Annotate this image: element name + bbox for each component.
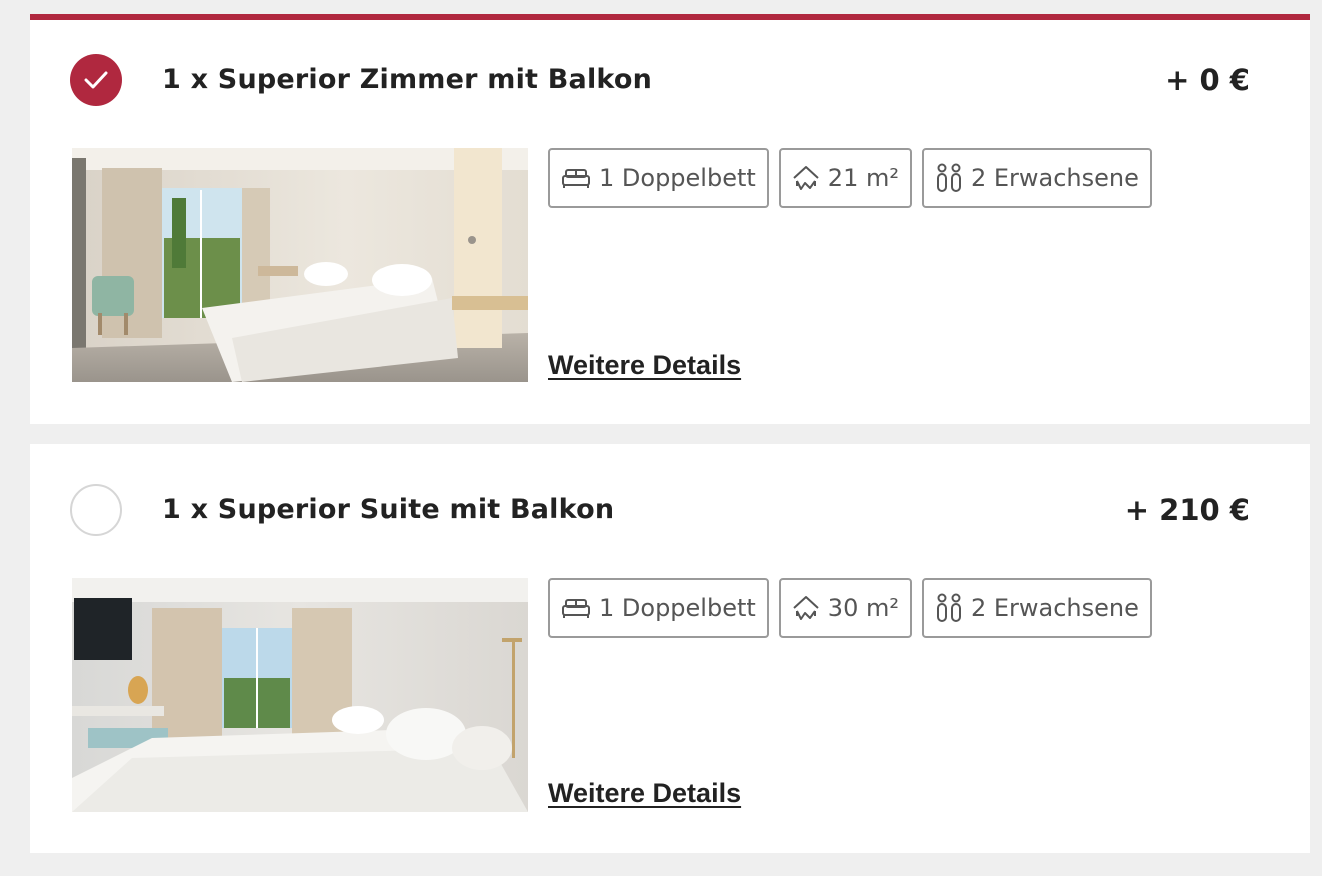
room-select-radio-checked[interactable] [70, 54, 122, 106]
room-photo[interactable] [72, 578, 528, 812]
room-title: 1 x Superior Suite mit Balkon [162, 494, 615, 525]
details-link[interactable]: Weitere Details [548, 350, 741, 381]
feature-bed: 1 Doppelbett [548, 578, 769, 638]
feature-guests-label: 2 Erwachsene [970, 594, 1139, 622]
guests-icon [935, 163, 963, 193]
room-title: 1 x Superior Zimmer mit Balkon [162, 64, 653, 95]
feature-guests: 2 Erwachsene [921, 148, 1152, 208]
room-price: + 0 € [1165, 63, 1250, 97]
room-select-radio[interactable] [70, 484, 122, 536]
bed-icon [561, 167, 591, 189]
room-features: 1 Doppelbett 30 m² 2 Erwachsene [548, 578, 1152, 638]
feature-bed: 1 Doppelbett [548, 148, 769, 208]
feature-bed-label: 1 Doppelbett [599, 594, 756, 622]
feature-size-label: 30 m² [827, 594, 899, 622]
room-photo[interactable] [72, 148, 528, 382]
room-size-icon [792, 594, 820, 622]
bed-icon [561, 597, 591, 619]
feature-size: 30 m² [778, 578, 912, 638]
feature-guests: 2 Erwachsene [921, 578, 1152, 638]
feature-size: 21 m² [778, 148, 912, 208]
feature-guests-label: 2 Erwachsene [970, 164, 1139, 192]
room-price: + 210 € [1124, 493, 1250, 527]
guests-icon [935, 593, 963, 623]
room-card-superior-suite: 1 x Superior Suite mit Balkon + 210 € 1 … [30, 444, 1310, 853]
details-link[interactable]: Weitere Details [548, 778, 741, 809]
room-card-superior-zimmer: 1 x Superior Zimmer mit Balkon + 0 € 1 D… [30, 14, 1310, 424]
feature-bed-label: 1 Doppelbett [599, 164, 756, 192]
room-size-icon [792, 164, 820, 192]
room-features: 1 Doppelbett 21 m² 2 Erwachsene [548, 148, 1152, 208]
check-icon [84, 71, 108, 89]
feature-size-label: 21 m² [827, 164, 899, 192]
